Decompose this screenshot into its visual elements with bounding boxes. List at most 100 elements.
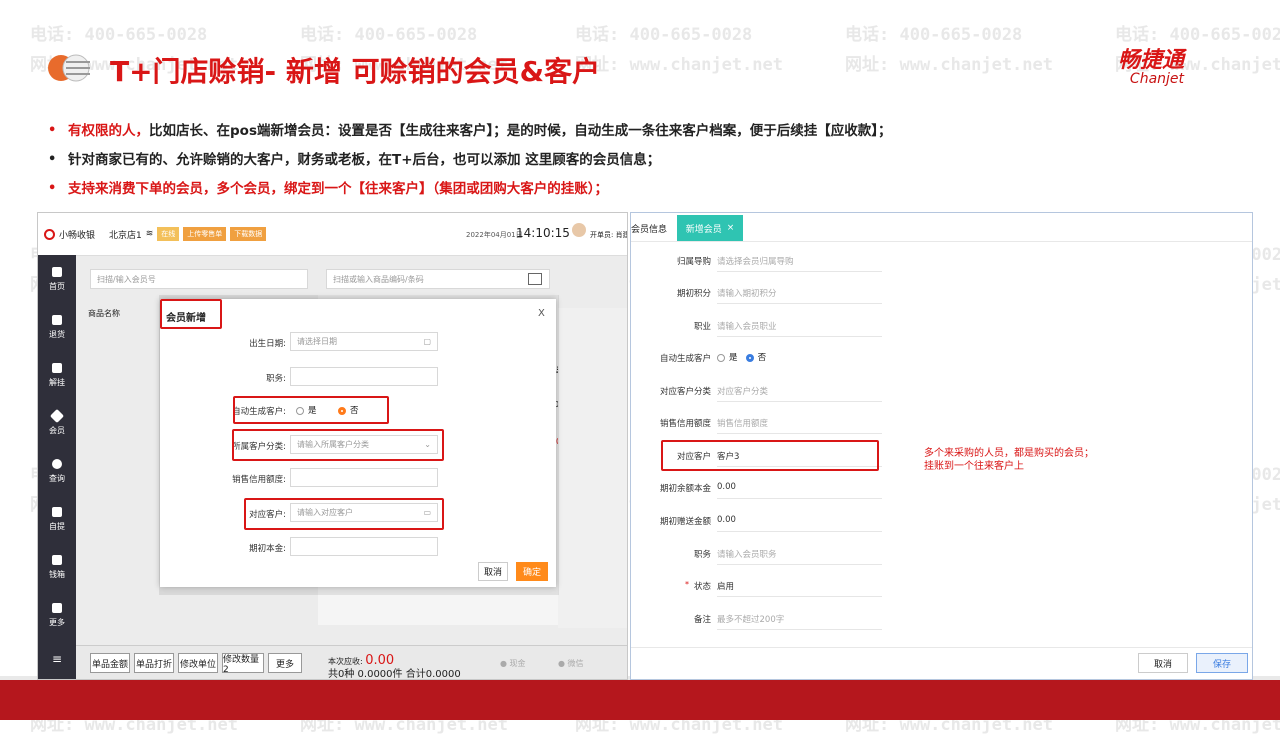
cash-icon: ●: [500, 659, 507, 668]
birthday-input[interactable]: 请选择日期 ▢: [290, 332, 438, 351]
pos-time: 14:10:15: [516, 226, 570, 240]
sidebar-item-cashbox[interactable]: 钱箱: [38, 543, 76, 591]
radio-icon: [717, 353, 725, 362]
operator-label: 开单员: 肖建华: [590, 231, 627, 239]
watermark-phone: 电话: 400-665-0028: [300, 25, 478, 45]
form-field[interactable]: 请输入会员职业: [717, 320, 882, 337]
slide-title: T+门店赊销- 新增 可赊销的会员&客户: [110, 55, 601, 88]
bullet-dot: •: [48, 152, 57, 167]
member-icon: [49, 408, 65, 423]
sidebar-item-return[interactable]: 退货: [38, 303, 76, 351]
bullet-dot: •: [48, 123, 57, 138]
grid-icon: [52, 602, 62, 613]
wifi-icon: ≋: [145, 229, 154, 239]
bottom-button[interactable]: 更多: [268, 653, 302, 673]
highlight-box: [232, 429, 444, 461]
annotation-line: 多个来采购的人员，都是购买的会员；: [924, 448, 1094, 459]
tab-member-info[interactable]: 会员信息: [631, 222, 667, 235]
pay-wechat-button[interactable]: ● 微信: [558, 658, 584, 669]
close-icon[interactable]: X: [538, 308, 545, 319]
highlight-box: [244, 498, 444, 530]
opening-input[interactable]: [290, 537, 438, 556]
right-side-panel: [558, 308, 627, 628]
auto-customer-radio-group[interactable]: 是 否: [717, 351, 766, 363]
sidebar-item-unhold[interactable]: 解挂: [38, 351, 76, 399]
store-selector[interactable]: 北京店1: [109, 228, 142, 241]
bottom-band: [0, 680, 1280, 720]
form-label: 期初赠送金额: [659, 517, 711, 527]
form-label: 自动生成客户: [659, 354, 711, 364]
bottom-button[interactable]: 单品金额: [90, 653, 130, 673]
pos-logo-icon: [44, 228, 55, 240]
watermark-site: 网址: www.chanjet.net: [575, 55, 783, 75]
birthday-label: 出生日期:: [249, 339, 286, 349]
radio-checked-icon: [745, 353, 754, 362]
form-field[interactable]: 销售信用额度: [717, 417, 882, 434]
bullet-item: • 支持来消费下单的会员，多个会员，绑定到一个【往来客户】（集团或团购大客户的挂…: [48, 179, 1228, 208]
operator-avatar: [572, 223, 586, 237]
pos-topbar: 小畅收银 北京店1 ≋ 在线 上传零售单 下载数据 2022年04月01日 14…: [38, 213, 627, 256]
position-input[interactable]: [290, 367, 438, 386]
credit-input[interactable]: [290, 468, 438, 487]
watermark-phone: 电话: 400-665-0028: [845, 25, 1023, 45]
bottom-button[interactable]: 修改数量2: [222, 653, 264, 675]
bullet-text: 比如店长、在pos端新增会员：设置是否【生成往来客户】；是的时候，自动生成一条往…: [149, 123, 892, 139]
member-search-input[interactable]: 扫描/输入会员号: [90, 269, 308, 289]
form-field[interactable]: 启用: [717, 580, 882, 597]
sidebar-item-home[interactable]: 首页: [38, 255, 76, 303]
form-field[interactable]: 0.00: [717, 482, 882, 499]
brand-name-cn: 畅捷通: [1118, 48, 1185, 73]
goods-search-input[interactable]: 扫描或输入商品编码/条码: [326, 269, 550, 289]
position-label: 职务:: [266, 374, 286, 384]
form-field[interactable]: 0.00: [717, 515, 882, 532]
menu-icon[interactable]: ≡: [38, 639, 76, 679]
form-label: 对应客户分类: [659, 387, 711, 397]
home-icon: [52, 266, 62, 277]
bottom-button[interactable]: 修改单位: [178, 653, 218, 673]
brand-bullet-icon: [48, 54, 90, 82]
required-mark: *: [685, 580, 689, 589]
return-icon: [52, 314, 62, 325]
sidebar-item-member[interactable]: 会员: [38, 399, 76, 447]
save-button[interactable]: 保存: [1196, 653, 1248, 673]
highlight-box: [233, 396, 389, 424]
tab-add-member[interactable]: 新增会员 ×: [677, 215, 743, 241]
confirm-button[interactable]: 确定: [516, 562, 548, 581]
unhold-icon: [52, 362, 62, 373]
bag-icon: [52, 506, 62, 517]
bullet-highlight: 支持来消费下单的会员，多个会员，绑定到一个【往来客户】（集团或团购大客户的挂账）…: [68, 181, 608, 197]
bullet-dot: •: [48, 181, 57, 196]
annotation-text: 多个来采购的人员，都是购买的会员； 挂账到一个往来客户上: [924, 447, 1094, 473]
keyboard-icon[interactable]: [528, 273, 542, 285]
form-field[interactable]: 请输入会员职务: [717, 548, 882, 565]
summary-text: 共0种 0.0000件 合计0.0000: [328, 669, 461, 680]
sidebar-item-more[interactable]: 更多: [38, 591, 76, 639]
form-field[interactable]: 请选择会员归属导购: [717, 255, 882, 272]
sidebar-item-pickup[interactable]: 自提: [38, 495, 76, 543]
bullet-item: • 有权限的人，比如店长、在pos端新增会员：设置是否【生成往来客户】；是的时候…: [48, 121, 1228, 150]
form-field[interactable]: 最多不超过200字: [717, 613, 882, 630]
bullet-highlight: 有权限的人，: [68, 123, 149, 139]
download-button[interactable]: 下载数据: [230, 227, 267, 241]
close-icon[interactable]: ×: [727, 223, 735, 233]
sidebar-item-query[interactable]: 查询: [38, 447, 76, 495]
pos-date: 2022年04月01日: [466, 231, 523, 239]
tplus-screenshot: 会员信息 新增会员 × 归属导购 请选择会员归属导购 期初积分 请输入期初积分 职业 请输入…: [630, 212, 1253, 680]
bottom-button[interactable]: 单品打折: [134, 653, 174, 673]
cancel-button[interactable]: 取消: [478, 562, 508, 581]
member-add-dialog: 会员新增 X 出生日期: 请选择日期 ▢ 职务: 自动生成客户: 是 否 所属客户…: [160, 299, 556, 587]
upload-button[interactable]: 上传零售单: [183, 227, 227, 241]
opening-label: 期初本金:: [249, 544, 286, 554]
watermark-phone: 电话: 400-665-0028: [575, 25, 753, 45]
pay-cash-button[interactable]: ● 现金: [500, 658, 526, 669]
wechat-icon: ●: [558, 659, 565, 668]
form-label: 期初余额本金: [659, 484, 711, 494]
form-field[interactable]: 请输入期初积分: [717, 287, 882, 304]
form-label: 职业: [693, 322, 711, 332]
form-field[interactable]: 对应客户分类: [717, 385, 882, 402]
search-icon: [52, 458, 62, 469]
credit-label: 销售信用额度:: [232, 475, 286, 485]
form-label: 归属导购: [676, 257, 711, 267]
cancel-button[interactable]: 取消: [1138, 653, 1188, 673]
online-badge: 在线: [157, 227, 180, 241]
